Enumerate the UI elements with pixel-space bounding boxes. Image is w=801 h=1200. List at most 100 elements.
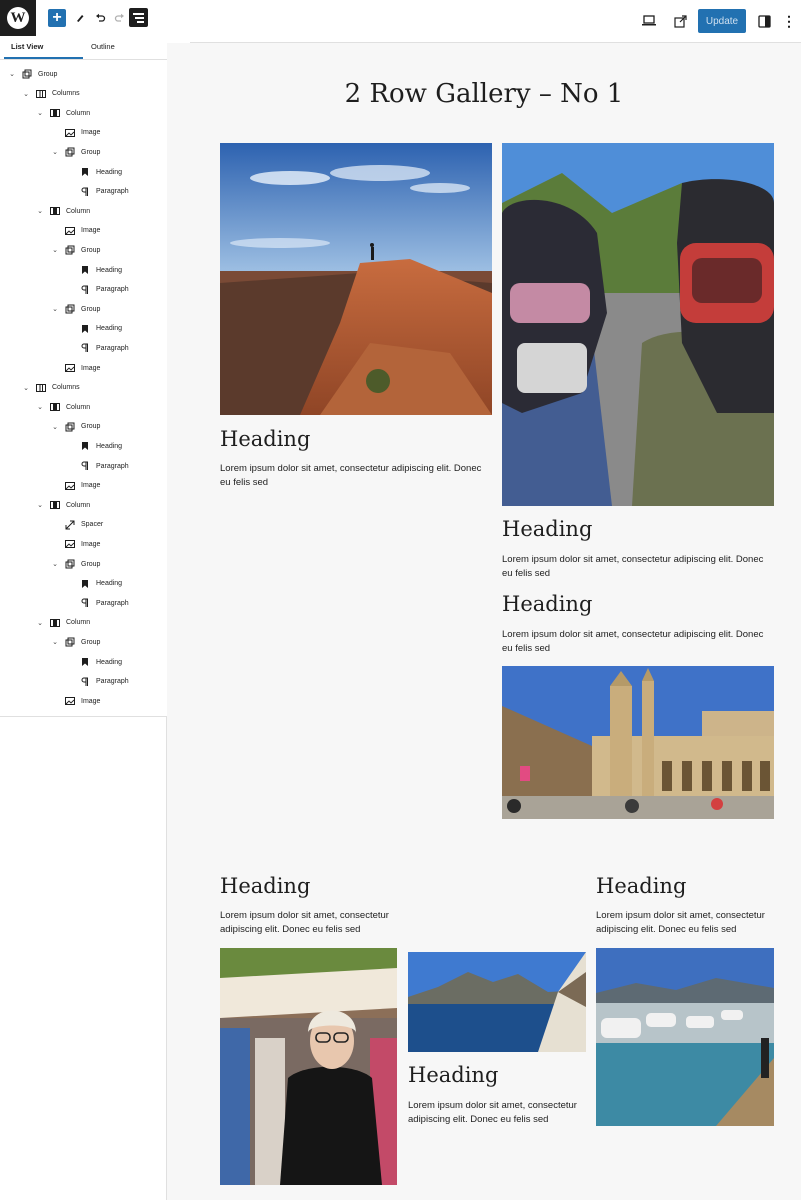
list-view-item-image[interactable]: ⌄Image bbox=[51, 223, 100, 239]
list-view-item-image[interactable]: ⌄Image bbox=[51, 478, 100, 494]
page-title[interactable]: 2 Row Gallery – No 1 bbox=[167, 79, 801, 109]
list-view-item-heading[interactable]: ⌄Heading bbox=[66, 576, 122, 592]
list-view-item-group[interactable]: ⌄ Group bbox=[8, 66, 57, 82]
chevron-down-icon[interactable]: ⌄ bbox=[51, 560, 59, 568]
gallery-heading[interactable]: Heading bbox=[502, 517, 592, 541]
chevron-down-icon[interactable]: ⌄ bbox=[51, 246, 59, 254]
list-view-item-heading[interactable]: ⌄Heading bbox=[66, 321, 122, 337]
list-view-item-heading[interactable]: ⌄Heading bbox=[66, 164, 122, 180]
list-view-item-paragraph[interactable]: ⌄Paragraph bbox=[66, 595, 129, 611]
gallery-paragraph[interactable]: Lorem ipsum dolor sit amet, consectetur … bbox=[502, 628, 774, 656]
image-block-icon bbox=[65, 226, 75, 236]
list-view-item-label: Image bbox=[81, 697, 101, 705]
settings-panel-icon[interactable] bbox=[756, 13, 772, 29]
list-view-item-heading[interactable]: ⌄Heading bbox=[66, 654, 122, 670]
list-view-item-image[interactable]: ⌄Image bbox=[51, 125, 100, 141]
list-view-item-columns[interactable]: ⌄ Columns bbox=[22, 380, 80, 396]
list-view-item-column[interactable]: ⌄ Column bbox=[36, 615, 90, 631]
list-view-item-label: Column bbox=[66, 501, 91, 509]
sidebar-divider bbox=[0, 716, 167, 717]
list-view-item-paragraph[interactable]: ⌄Paragraph bbox=[66, 184, 129, 200]
list-view-item-image[interactable]: ⌄Image bbox=[51, 536, 100, 552]
list-view-item-group[interactable]: ⌄ Group bbox=[51, 144, 100, 160]
list-view-item-group[interactable]: ⌄ Group bbox=[51, 419, 100, 435]
list-view-item-group[interactable]: ⌄ Group bbox=[51, 556, 100, 572]
wordpress-logo-icon: W bbox=[7, 7, 29, 29]
gallery-heading[interactable]: Heading bbox=[596, 874, 686, 898]
heading-block-icon bbox=[80, 167, 90, 177]
gallery-paragraph[interactable]: Lorem ipsum dolor sit amet, consectetur … bbox=[502, 553, 774, 581]
more-options-icon[interactable]: ⋮ bbox=[782, 12, 796, 30]
tools-pen-icon[interactable] bbox=[72, 9, 88, 27]
list-view-item-column[interactable]: ⌄ Column bbox=[36, 105, 90, 121]
list-view-item-group[interactable]: ⌄ Group bbox=[51, 634, 100, 650]
gallery-paragraph[interactable]: Lorem ipsum dolor sit amet, consectetur … bbox=[408, 1099, 590, 1127]
coastal-boat-image[interactable] bbox=[408, 952, 586, 1052]
preview-desktop-icon[interactable] bbox=[641, 13, 657, 29]
image-block-icon bbox=[65, 696, 75, 706]
list-view-item-heading[interactable]: ⌄Heading bbox=[66, 262, 122, 278]
undo-icon[interactable] bbox=[92, 9, 108, 27]
group-block-icon bbox=[65, 559, 75, 569]
list-view-item-label: Paragraph bbox=[96, 188, 129, 196]
list-view-item-image[interactable]: ⌄Image bbox=[51, 693, 100, 709]
chevron-down-icon[interactable]: ⌄ bbox=[51, 638, 59, 646]
gallery-heading[interactable]: Heading bbox=[220, 427, 310, 451]
add-block-icon[interactable]: + bbox=[48, 9, 66, 27]
list-view-item-group[interactable]: ⌄ Group bbox=[51, 242, 100, 258]
tab-outline[interactable]: Outline bbox=[91, 42, 115, 51]
list-view-item-label: Column bbox=[66, 207, 91, 215]
columns-block-icon bbox=[36, 89, 46, 99]
chevron-down-icon[interactable]: ⌄ bbox=[51, 305, 59, 313]
market-portrait-image[interactable] bbox=[220, 948, 397, 1185]
chevron-down-icon[interactable]: ⌄ bbox=[36, 207, 44, 215]
gallery-paragraph[interactable]: Lorem ipsum dolor sit amet, consectetur … bbox=[596, 909, 778, 937]
list-view-item-image[interactable]: ⌄Image bbox=[51, 360, 100, 376]
list-view-item-paragraph[interactable]: ⌄Paragraph bbox=[66, 340, 129, 356]
list-view-item-group[interactable]: ⌄ Group bbox=[51, 301, 100, 317]
view-post-icon[interactable] bbox=[672, 13, 688, 29]
chevron-down-icon[interactable]: ⌄ bbox=[36, 501, 44, 509]
helmets-selfie-image[interactable] bbox=[502, 143, 774, 506]
desert-canyon-image[interactable] bbox=[220, 143, 492, 415]
list-view-item-label: Paragraph bbox=[96, 286, 129, 294]
chevron-down-icon[interactable]: ⌄ bbox=[36, 109, 44, 117]
chevron-down-icon[interactable]: ⌄ bbox=[22, 384, 30, 392]
list-view-item-heading[interactable]: ⌄Heading bbox=[66, 438, 122, 454]
list-view-item-spacer[interactable]: ⌄Spacer bbox=[51, 517, 103, 533]
harbor-boats-image[interactable] bbox=[596, 948, 774, 1126]
chevron-down-icon[interactable]: ⌄ bbox=[51, 423, 59, 431]
list-view-icon[interactable] bbox=[129, 8, 148, 27]
chevron-down-icon[interactable]: ⌄ bbox=[36, 403, 44, 411]
columns-block-icon bbox=[36, 383, 46, 393]
list-view-item-label: Heading bbox=[96, 658, 123, 666]
list-view-item-column[interactable]: ⌄ Column bbox=[36, 399, 90, 415]
column-block-icon bbox=[50, 108, 60, 118]
list-view-item-columns[interactable]: ⌄ Columns bbox=[22, 86, 80, 102]
list-view-sidebar: List View Outline × ⌄ Group ⌄ Columns ⌄ Colum… bbox=[0, 36, 190, 1200]
list-view-item-label: Columns bbox=[52, 384, 80, 392]
wordpress-logo-button[interactable]: W bbox=[0, 0, 36, 36]
spacer-block-icon bbox=[65, 520, 75, 530]
list-view-item-paragraph[interactable]: ⌄Paragraph bbox=[66, 674, 129, 690]
redo-icon[interactable] bbox=[111, 9, 127, 27]
list-view-item-paragraph[interactable]: ⌄Paragraph bbox=[66, 458, 129, 474]
cathedral-image[interactable] bbox=[502, 666, 774, 819]
update-button[interactable]: Update bbox=[698, 9, 746, 33]
chevron-down-icon[interactable]: ⌄ bbox=[22, 90, 30, 98]
gallery-paragraph[interactable]: Lorem ipsum dolor sit amet, consectetur … bbox=[220, 462, 492, 490]
tab-list-view[interactable]: List View bbox=[11, 42, 43, 51]
list-view-item-paragraph[interactable]: ⌄Paragraph bbox=[66, 282, 129, 298]
gallery-heading[interactable]: Heading bbox=[220, 874, 310, 898]
gallery-heading[interactable]: Heading bbox=[408, 1063, 498, 1087]
paragraph-block-icon bbox=[80, 285, 90, 295]
editor-canvas[interactable]: 2 Row Gallery – No 1 Heading Lorem ipsum… bbox=[167, 43, 801, 1200]
chevron-down-icon[interactable]: ⌄ bbox=[51, 148, 59, 156]
chevron-down-icon[interactable]: ⌄ bbox=[36, 619, 44, 627]
heading-block-icon bbox=[80, 441, 90, 451]
chevron-down-icon[interactable]: ⌄ bbox=[8, 70, 16, 78]
gallery-paragraph[interactable]: Lorem ipsum dolor sit amet, consectetur … bbox=[220, 909, 402, 937]
list-view-item-column[interactable]: ⌄ Column bbox=[36, 497, 90, 513]
list-view-item-column[interactable]: ⌄ Column bbox=[36, 203, 90, 219]
gallery-heading[interactable]: Heading bbox=[502, 592, 592, 616]
